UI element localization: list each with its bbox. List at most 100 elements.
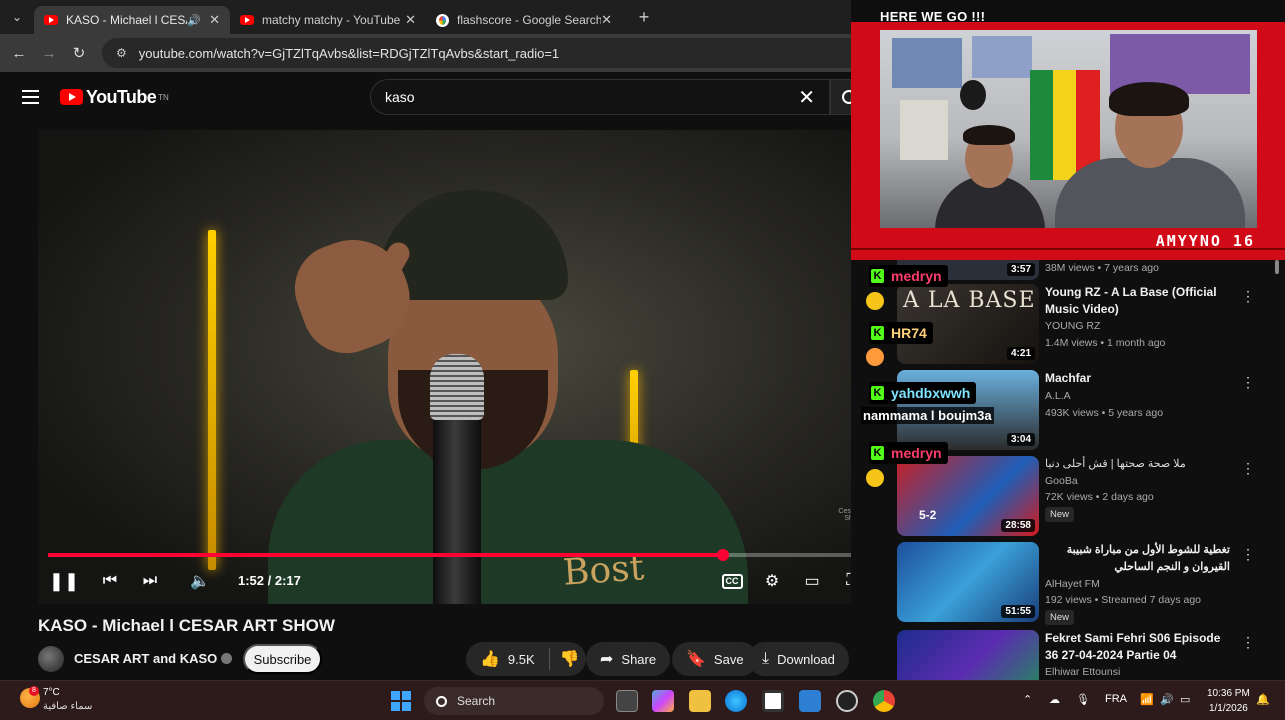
video-title[interactable]: Fekret Sami Fehri S06 Episode 36 27-04-2… <box>1045 630 1230 664</box>
windows-start-icon[interactable] <box>391 691 411 711</box>
video-title[interactable]: Machfar <box>1045 370 1230 387</box>
reload-icon[interactable]: ↻ <box>64 44 94 62</box>
video-title[interactable]: Young RZ - A La Base (Official Music Vid… <box>1045 284 1230 318</box>
new-tab-plus-icon[interactable]: + <box>632 7 656 28</box>
onedrive-icon[interactable]: ☁ <box>1049 693 1060 706</box>
like-count[interactable]: 9.5K <box>508 652 535 667</box>
close-tab-icon[interactable]: ✕ <box>209 12 220 28</box>
copilot-icon[interactable] <box>652 690 674 712</box>
video-player[interactable]: Bost Cesar Art Show <box>38 130 880 604</box>
channel-name[interactable]: A.L.A <box>1045 388 1071 404</box>
battery-icon[interactable]: ▭ <box>1180 693 1190 706</box>
microphone-icon[interactable]: 🎙 <box>1076 693 1090 706</box>
show-hidden-icons-chevron[interactable]: ⌃ <box>1023 693 1032 706</box>
video-title[interactable]: ملا صحة صحتها | قش أحلى دنيا <box>1045 456 1230 473</box>
captions-button[interactable]: CC <box>720 566 744 596</box>
menu-hamburger-icon[interactable] <box>0 90 60 104</box>
video-meta: 72K views • 2 days ago <box>1045 491 1154 503</box>
obs-icon[interactable] <box>836 690 858 712</box>
tab-matchy[interactable]: matchy matchy - YouTube ✕ <box>230 6 426 34</box>
speaker-icon[interactable]: 🔊 <box>187 14 201 27</box>
video-thumbnail[interactable]: 51:55 <box>897 542 1039 622</box>
forward-arrow-icon[interactable]: → <box>34 45 64 62</box>
speaker-icon[interactable]: 🔊 <box>1160 693 1174 706</box>
file-explorer-icon[interactable] <box>689 690 711 712</box>
address-bar[interactable]: ⚙ youtube.com/watch?v=GjTZlTqAvbs&list=R… <box>102 38 851 68</box>
channel-name[interactable]: YOUNG RZ <box>1045 318 1100 334</box>
tab-search-chevron-icon[interactable]: ⌄ <box>0 0 34 34</box>
subscribe-button[interactable]: Subscribe <box>243 644 322 674</box>
video-title[interactable]: تغطية للشوط الأول من مباراة شبيبة القيرو… <box>1045 542 1230 576</box>
site-info-icon[interactable]: ⚙ <box>116 46 127 60</box>
seek-bar[interactable] <box>48 549 875 561</box>
kick-badge-icon: K <box>871 269 884 283</box>
seek-handle[interactable] <box>716 549 729 561</box>
volume-icon[interactable]: 🔈 <box>188 566 212 596</box>
video-meta: 192 views • Streamed 7 days ago <box>1045 594 1202 606</box>
chrome-icon[interactable] <box>873 690 895 712</box>
more-vertical-icon[interactable]: ⋮ <box>1241 288 1255 305</box>
outlook-icon[interactable] <box>799 690 821 712</box>
channel-name[interactable]: AlHayet FM <box>1045 576 1100 592</box>
video-thumbnail[interactable] <box>897 630 1039 680</box>
sidebar-scrollbar[interactable] <box>1275 260 1279 274</box>
system-clock[interactable]: 10:36 PM 1/1/2026 <box>1207 686 1250 716</box>
task-view-icon[interactable] <box>616 690 638 712</box>
stream-webcam-overlay: HERE WE GO !!! AMYYNO_16 <box>851 0 1285 260</box>
bookmark-icon: 🔖 <box>686 651 706 668</box>
back-arrow-icon[interactable]: ← <box>4 45 34 62</box>
wifi-icon[interactable]: 📶 <box>1140 693 1154 706</box>
up-next-sidebar: 3:57 38M views • 7 years ago A LA BASE 4… <box>851 260 1285 680</box>
previous-icon[interactable]: ⏮ <box>98 566 122 596</box>
emoji-icon <box>866 469 884 487</box>
hair <box>1109 82 1189 116</box>
clock-date: 1/1/2026 <box>1208 703 1248 714</box>
pause-icon[interactable]: ❚❚ <box>49 566 79 596</box>
tab-flashscore[interactable]: flashscore - Google Search ✕ <box>426 6 622 34</box>
weather-alert-badge: 8 <box>29 686 39 696</box>
close-tab-icon[interactable]: ✕ <box>601 12 612 28</box>
thumbs-up-icon[interactable]: 👍 <box>480 649 500 669</box>
tab-kaso[interactable]: KASO - Michael l CESAR AR 🔊 ✕ <box>34 6 230 34</box>
temperature[interactable]: 7°C <box>43 687 60 698</box>
more-vertical-icon[interactable]: ⋮ <box>1241 634 1255 651</box>
input-language[interactable]: FRA <box>1105 693 1127 705</box>
save-button[interactable]: 🔖 Save <box>672 642 758 676</box>
youtube-logo[interactable]: YouTube TN <box>60 87 169 108</box>
channel-name[interactable]: CESAR ART and KASO <box>74 651 233 666</box>
youtube-header: YouTube TN kaso ✕ <box>0 72 856 122</box>
new-badge: New <box>1045 507 1075 522</box>
channel-name-text: CESAR ART and KASO <box>74 651 218 666</box>
more-vertical-icon[interactable]: ⋮ <box>1241 546 1255 563</box>
chat-username: Kmedryn <box>869 265 948 287</box>
more-vertical-icon[interactable]: ⋮ <box>1241 460 1255 477</box>
search-input[interactable]: kaso ✕ <box>370 79 830 115</box>
search-button[interactable] <box>830 79 856 115</box>
edge-browser-icon[interactable] <box>725 690 747 712</box>
more-vertical-icon[interactable]: ⋮ <box>1241 374 1255 391</box>
like-dislike-group: 👍 9.5K 👎 <box>466 642 586 676</box>
thumbs-down-icon[interactable]: 👎 <box>560 649 580 669</box>
clear-search-icon[interactable]: ✕ <box>798 85 815 110</box>
download-button[interactable]: ⤓ Download <box>748 642 849 676</box>
person-right <box>1055 82 1245 228</box>
channel-name[interactable]: Elhiwar Ettounsi <box>1045 664 1120 680</box>
verified-badge-icon <box>221 653 233 664</box>
seek-bar-played <box>48 553 723 557</box>
list-item[interactable]: Fekret Sami Fehri S06 Episode 36 27-04-2… <box>897 630 1277 680</box>
notification-bell-icon[interactable]: 🔔 <box>1256 693 1270 706</box>
close-tab-icon[interactable]: ✕ <box>405 12 416 28</box>
channel-name[interactable]: GooBa <box>1045 473 1078 489</box>
list-item[interactable]: 51:55 تغطية للشوط الأول من مباراة شبيبة … <box>897 542 1277 625</box>
duration-badge: 51:55 <box>1001 605 1035 618</box>
microsoft-store-icon[interactable] <box>762 690 784 712</box>
share-button[interactable]: ➦ Share <box>586 642 671 676</box>
chat-username: K HR74 <box>869 322 933 344</box>
channel-avatar[interactable] <box>38 646 64 672</box>
chat-user-text: medryn <box>891 268 942 284</box>
taskbar-search[interactable]: Search <box>424 687 604 715</box>
theater-mode-icon[interactable]: ▭ <box>800 566 824 596</box>
settings-gear-icon[interactable]: ⚙ <box>760 566 784 596</box>
kick-badge-icon: K <box>871 446 884 460</box>
next-icon[interactable]: ⏭ <box>138 566 162 596</box>
